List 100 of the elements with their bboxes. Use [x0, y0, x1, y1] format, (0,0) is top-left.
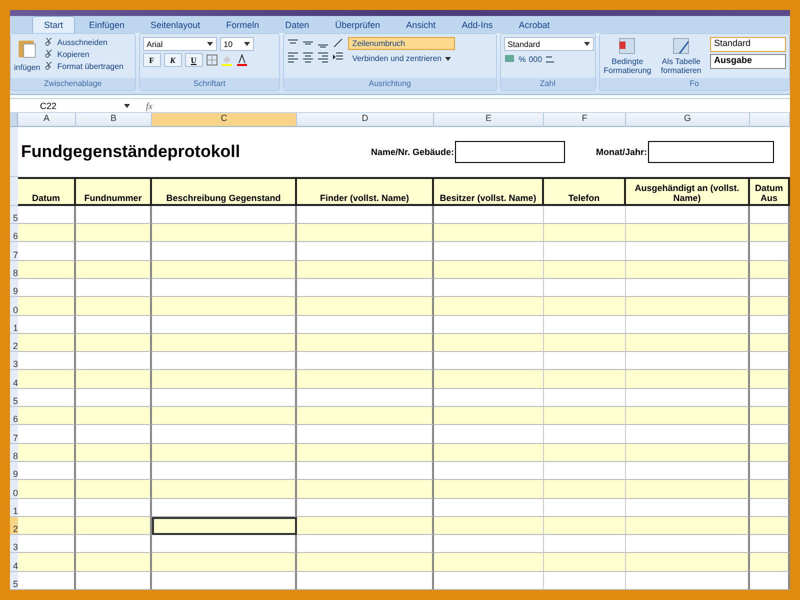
- ribbon-tab[interactable]: Ansicht: [394, 16, 448, 34]
- table-cell[interactable]: [76, 425, 152, 444]
- row-number[interactable]: 0: [10, 297, 18, 316]
- table-cell[interactable]: [434, 388, 544, 408]
- table-cell[interactable]: [626, 260, 750, 279]
- table-cell[interactable]: [750, 297, 790, 316]
- table-cell[interactable]: [626, 480, 750, 499]
- table-cell[interactable]: [434, 553, 544, 572]
- table-cell[interactable]: [544, 260, 626, 279]
- table-cell[interactable]: [434, 425, 544, 444]
- align-left-icon[interactable]: [287, 51, 300, 64]
- align-center-icon[interactable]: [302, 51, 314, 64]
- table-cell[interactable]: [152, 206, 297, 224]
- table-cell[interactable]: [18, 462, 76, 480]
- percent-button[interactable]: %: [518, 54, 526, 64]
- table-cell[interactable]: [626, 297, 750, 316]
- font-style-button[interactable]: K: [164, 53, 182, 68]
- table-cell[interactable]: [76, 352, 152, 370]
- column-header[interactable]: [750, 112, 790, 127]
- table-cell[interactable]: [152, 260, 297, 279]
- table-cell[interactable]: [626, 334, 750, 352]
- building-input[interactable]: [455, 140, 565, 163]
- table-cell[interactable]: [750, 260, 790, 279]
- table-cell[interactable]: [297, 388, 434, 408]
- table-cell[interactable]: [750, 407, 790, 426]
- table-cell[interactable]: [297, 480, 434, 499]
- row-number[interactable]: 6: [10, 224, 18, 242]
- caret-icon[interactable]: [244, 42, 250, 46]
- paste-button[interactable]: infügen: [14, 37, 40, 72]
- ribbon-tab[interactable]: Seitenlayout: [138, 16, 212, 34]
- table-cell[interactable]: [750, 516, 790, 536]
- table-cell[interactable]: [544, 498, 626, 517]
- table-brush-icon[interactable]: [671, 37, 692, 56]
- table-cell[interactable]: [297, 553, 434, 572]
- column-header[interactable]: B: [76, 112, 152, 127]
- table-cell[interactable]: [434, 444, 544, 462]
- selected-cell[interactable]: [152, 516, 297, 536]
- ribbon-tab[interactable]: Überprüfen: [323, 16, 392, 34]
- table-cell[interactable]: [152, 480, 297, 499]
- row-number[interactable]: 2: [10, 334, 18, 352]
- table-cell[interactable]: [434, 260, 544, 279]
- table-cell[interactable]: [18, 498, 76, 517]
- table-cell[interactable]: [76, 516, 152, 536]
- table-cell[interactable]: [626, 407, 750, 426]
- month-input[interactable]: [648, 140, 774, 163]
- table-cell[interactable]: [18, 352, 76, 370]
- table-cell[interactable]: [434, 224, 544, 242]
- table-cell[interactable]: [18, 444, 76, 462]
- name-box[interactable]: C22: [10, 100, 130, 110]
- table-cell[interactable]: [626, 388, 750, 408]
- font-color-icon[interactable]: [236, 54, 248, 66]
- column-header[interactable]: C: [152, 112, 297, 127]
- table-cell[interactable]: [18, 572, 76, 590]
- table-cell[interactable]: [750, 278, 790, 298]
- table-cell[interactable]: [544, 206, 626, 224]
- table-cell[interactable]: [544, 278, 626, 298]
- row-number[interactable]: 0: [10, 480, 18, 499]
- table-cell[interactable]: [18, 480, 76, 499]
- table-cell[interactable]: [152, 498, 297, 517]
- table-cell[interactable]: [750, 572, 790, 590]
- table-cell[interactable]: [76, 480, 152, 499]
- table-cell[interactable]: [750, 498, 790, 517]
- table-cell[interactable]: [18, 316, 76, 334]
- table-cell[interactable]: [434, 242, 544, 261]
- text-angle-icon[interactable]: [332, 37, 344, 50]
- table-cell[interactable]: [750, 206, 790, 224]
- merge-center-button[interactable]: Verbinden und zentrieren: [348, 52, 455, 66]
- row-number[interactable]: 7: [10, 242, 18, 261]
- table-cell[interactable]: [750, 370, 790, 389]
- caret-icon[interactable]: [124, 104, 130, 108]
- table-cell[interactable]: [434, 297, 544, 316]
- table-cell[interactable]: [76, 388, 152, 408]
- table-cell[interactable]: [76, 444, 152, 462]
- row-number[interactable]: 8: [10, 444, 18, 462]
- table-cell[interactable]: [297, 444, 434, 462]
- table-cell[interactable]: [626, 278, 750, 298]
- row-number[interactable]: 3: [10, 352, 18, 370]
- row-header[interactable]: [10, 176, 18, 206]
- row-number[interactable]: 7: [10, 425, 18, 444]
- ribbon-tab[interactable]: Formeln: [214, 16, 272, 34]
- table-cell[interactable]: [76, 572, 152, 590]
- font-size-field[interactable]: 10: [220, 37, 254, 52]
- ribbon-tab[interactable]: Einfügen: [77, 16, 137, 34]
- table-cell[interactable]: [750, 462, 790, 480]
- clipboard-button[interactable]: Kopieren: [44, 49, 124, 60]
- table-cell[interactable]: [434, 498, 544, 517]
- table-cell[interactable]: [18, 224, 76, 242]
- table-cell[interactable]: [18, 535, 76, 554]
- column-header[interactable]: E: [434, 112, 544, 127]
- caret-icon[interactable]: [444, 56, 451, 61]
- table-cell[interactable]: [152, 407, 297, 426]
- table-cell[interactable]: [152, 425, 297, 444]
- cell-style[interactable]: Ausgabe: [710, 54, 786, 70]
- table-cell[interactable]: [76, 462, 152, 480]
- table-cell[interactable]: [152, 572, 297, 590]
- table-cell[interactable]: [434, 334, 544, 352]
- font-style-button[interactable]: U: [184, 53, 203, 68]
- table-cell[interactable]: [297, 498, 434, 517]
- table-cell[interactable]: [297, 334, 434, 352]
- table-cell[interactable]: [750, 224, 790, 242]
